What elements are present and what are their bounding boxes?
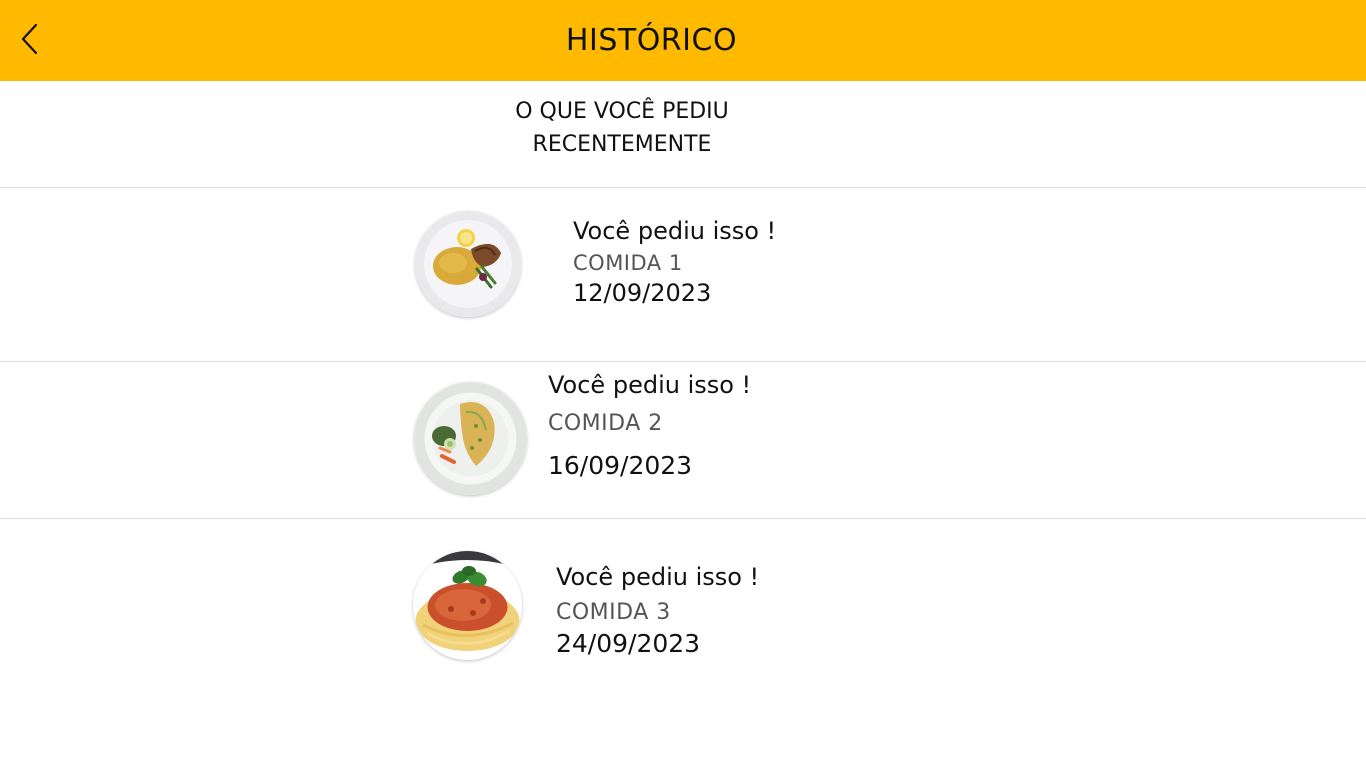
order-heading: Você pediu isso ! [548, 371, 752, 399]
order-name: COMIDA 3 [556, 600, 671, 625]
order-date: 24/09/2023 [556, 629, 701, 658]
order-name: COMIDA 2 [548, 411, 663, 436]
order-heading: Você pediu isso ! [556, 563, 760, 591]
order-info: Você pediu isso ! COMIDA 3 24/09/2023 [556, 559, 759, 657]
order-info: Você pediu isso ! COMIDA 1 12/09/2023 [573, 214, 776, 308]
order-heading: Você pediu isso ! [573, 217, 777, 245]
order-item[interactable]: Você pediu isso ! COMIDA 1 12/09/2023 [0, 188, 1366, 361]
app-header: HISTÓRICO [0, 0, 1366, 81]
order-name: COMIDA 1 [573, 251, 683, 275]
order-info: Você pediu isso ! COMIDA 2 16/09/2023 [548, 368, 751, 486]
subtitle-line-2: RECENTEMENTE [532, 132, 712, 157]
order-item[interactable]: Você pediu isso ! COMIDA 3 24/09/2023 [0, 519, 1366, 689]
order-date: 16/09/2023 [548, 451, 693, 480]
food-image-3[interactable] [413, 551, 522, 660]
page-title: HISTÓRICO [565, 23, 738, 58]
food-image-1[interactable] [415, 211, 521, 317]
order-date: 12/09/2023 [573, 279, 712, 307]
section-subtitle: O QUE VOCÊ PEDIU RECENTEMENTE [472, 95, 772, 161]
food-image-2[interactable] [414, 382, 527, 495]
order-item[interactable]: Você pediu isso ! COMIDA 2 16/09/2023 [0, 362, 1366, 518]
subtitle-line-1: O QUE VOCÊ PEDIU [515, 99, 729, 124]
